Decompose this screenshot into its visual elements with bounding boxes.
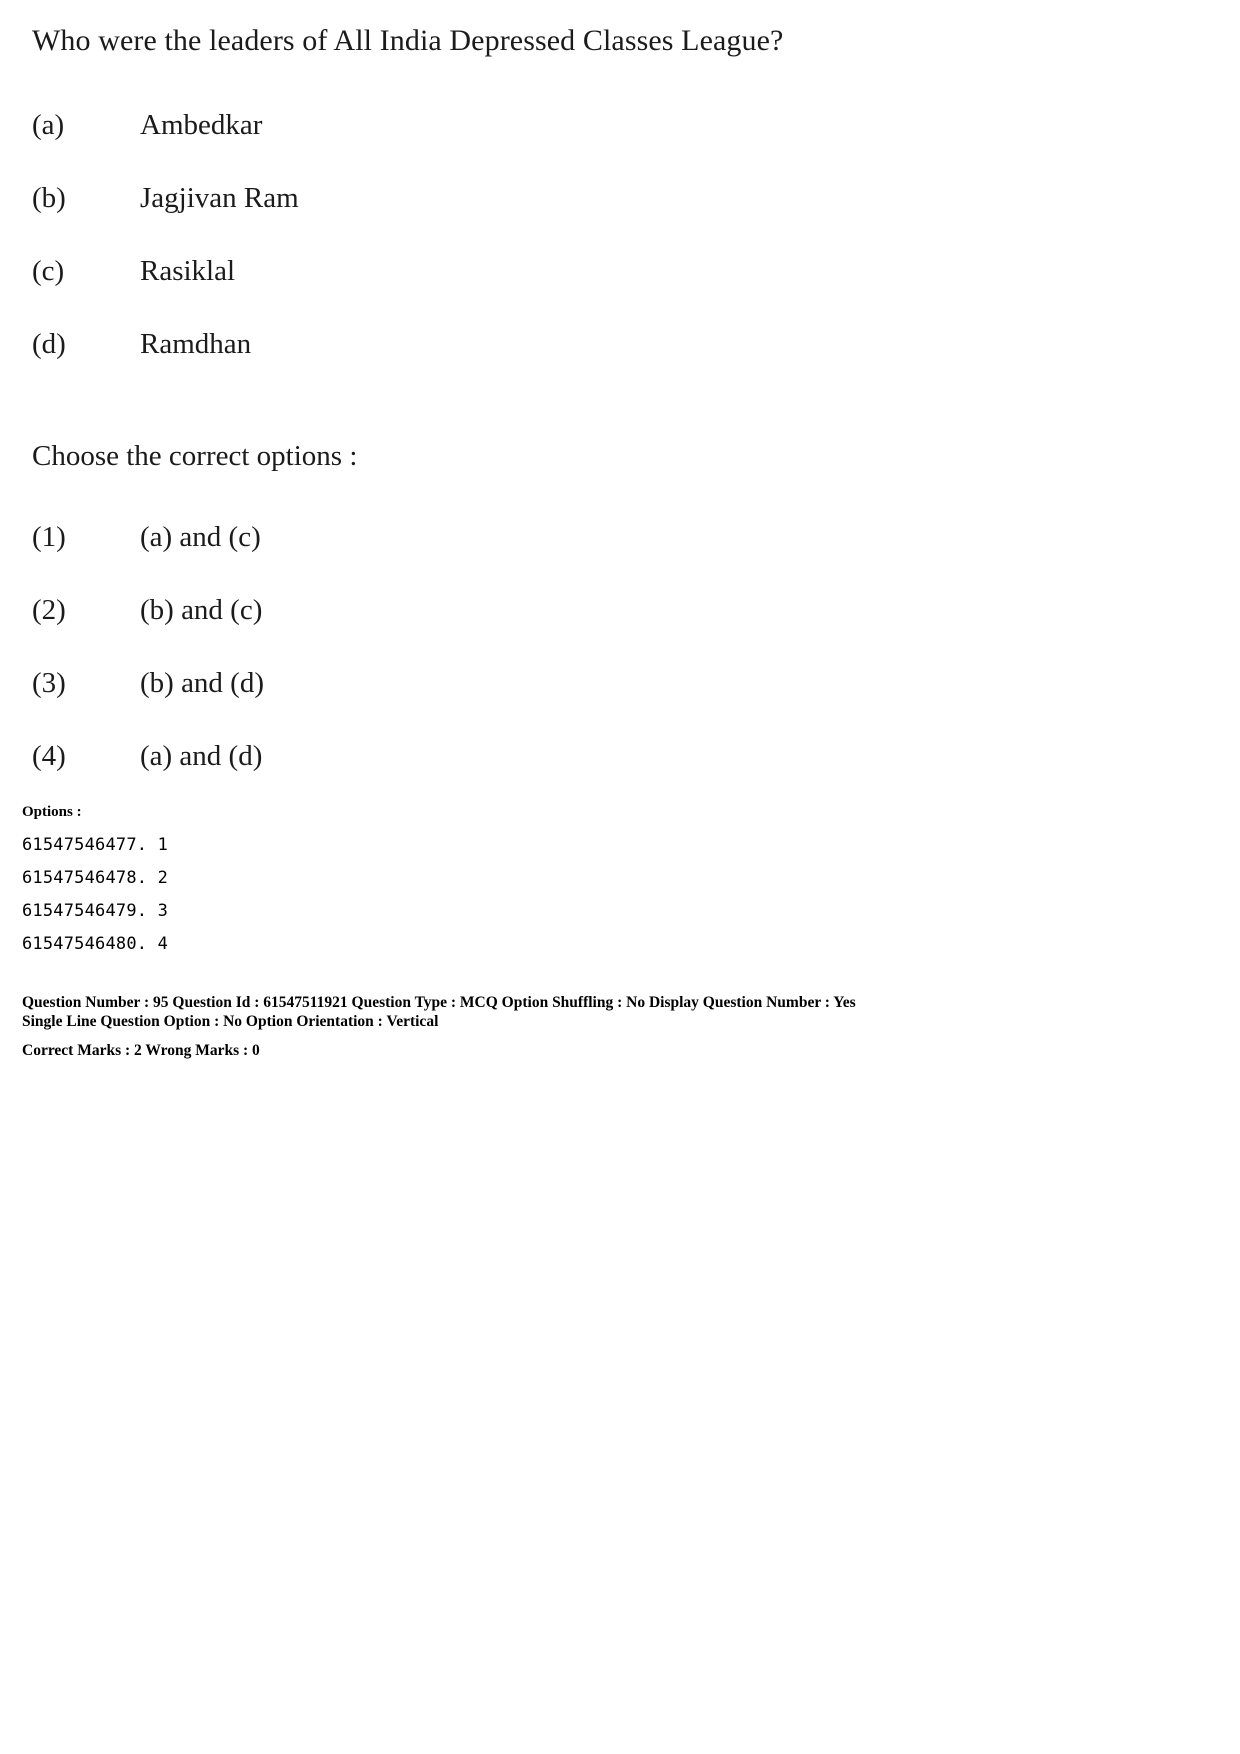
option-id-row: 61547546477. 1 (22, 835, 169, 855)
statement-item-a: (a) Ambedkar (32, 108, 932, 181)
instruction-text: Choose the correct options : (32, 440, 358, 472)
statement-text-b: Jagjivan Ram (140, 182, 299, 214)
answer-choice-3[interactable]: (3) (b) and (d) (32, 666, 932, 739)
statement-item-b: (b) Jagjivan Ram (32, 181, 932, 254)
answer-choice-list: (1) (a) and (c) (2) (b) and (c) (3) (b) … (32, 520, 932, 812)
answer-choice-label-3: (3) (32, 667, 66, 699)
statement-list: (a) Ambedkar (b) Jagjivan Ram (c) Rasikl… (32, 108, 932, 400)
option-id-row: 61547546479. 3 (22, 901, 169, 921)
option-id-row: 61547546480. 4 (22, 934, 169, 954)
statement-label-c: (c) (32, 255, 65, 287)
option-id-row: 61547546478. 2 (22, 868, 169, 888)
statement-text-a: Ambedkar (140, 109, 263, 141)
statement-text-c: Rasiklal (140, 255, 236, 287)
answer-choice-label-4: (4) (32, 740, 66, 772)
answer-choice-label-2: (2) (32, 594, 66, 626)
statement-label-a: (a) (32, 109, 65, 141)
metadata-line-identifiers: Question Number : 95 Question Id : 61547… (22, 994, 856, 1011)
metadata-line-display-settings: Single Line Question Option : No Option … (22, 1013, 439, 1030)
statement-item-d: (d) Ramdhan (32, 327, 932, 400)
answer-choice-2[interactable]: (2) (b) and (c) (32, 593, 932, 666)
document-page: Who were the leaders of All India Depres… (0, 0, 1240, 1754)
answer-choice-text-2: (b) and (c) (140, 594, 263, 626)
answer-choice-4[interactable]: (4) (a) and (d) (32, 739, 932, 812)
answer-choice-text-3: (b) and (d) (140, 667, 265, 699)
options-id-block: Options : 61547546477. 1 61547546478. 2 … (22, 803, 622, 961)
answer-choice-text-1: (a) and (c) (140, 521, 261, 553)
answer-choice-label-1: (1) (32, 521, 66, 553)
question-stem: Who were the leaders of All India Depres… (32, 24, 784, 57)
statement-label-b: (b) (32, 182, 66, 214)
statement-label-d: (d) (32, 328, 66, 360)
statement-item-c: (c) Rasiklal (32, 254, 932, 327)
question-metadata: Question Number : 95 Question Id : 61547… (22, 993, 1212, 1060)
answer-choice-1[interactable]: (1) (a) and (c) (32, 520, 932, 593)
metadata-line-marks: Correct Marks : 2 Wrong Marks : 0 (22, 1042, 260, 1059)
options-heading: Options : (22, 804, 82, 820)
answer-choice-text-4: (a) and (d) (140, 740, 263, 772)
statement-text-d: Ramdhan (140, 328, 252, 360)
